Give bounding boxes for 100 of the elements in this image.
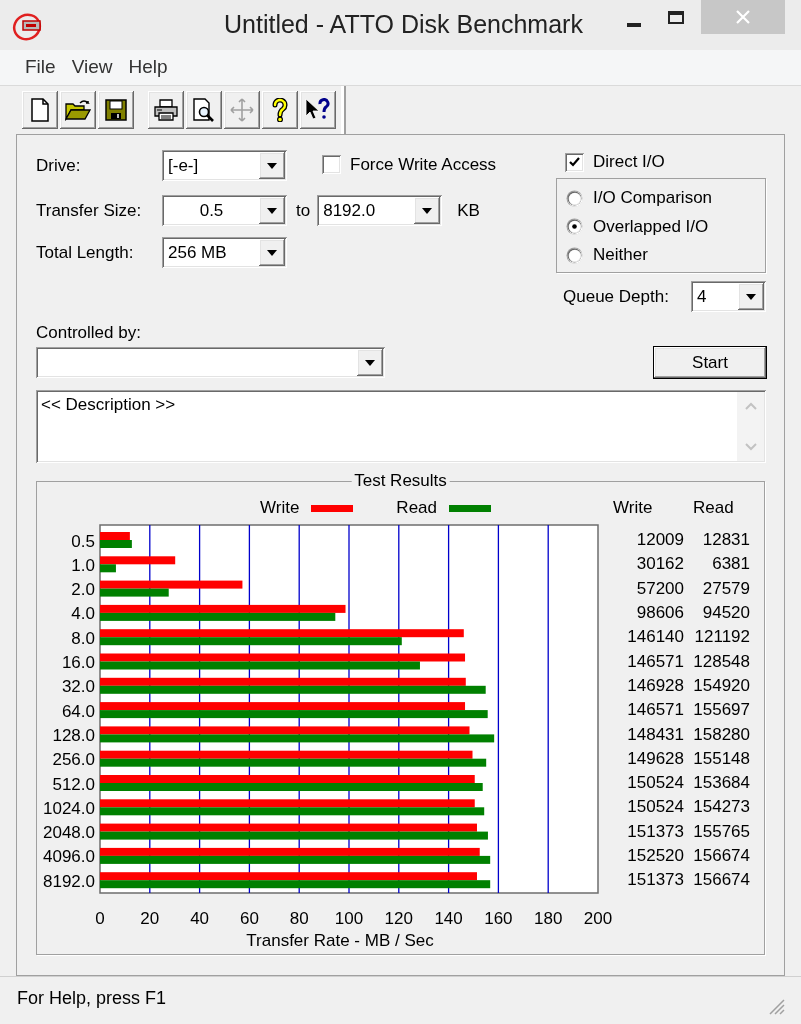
transfer-size-to-dropdown[interactable]: 8192.0 <box>317 195 443 226</box>
app-logo-icon <box>12 11 44 41</box>
dropdown-button[interactable] <box>414 197 441 224</box>
table-cell: 156674 <box>693 870 750 891</box>
dropdown-button[interactable] <box>738 283 764 310</box>
toolbar-button[interactable] <box>148 91 184 129</box>
radio-button[interactable] <box>566 189 583 207</box>
x-tick-label: 60 <box>239 908 259 928</box>
row-label: 512.0 <box>52 774 95 794</box>
toolbar-button[interactable] <box>186 91 222 129</box>
legend-label: Read <box>396 497 437 520</box>
table-cell: 151373 <box>627 821 684 842</box>
total-length-dropdown[interactable]: 256 MB <box>162 237 287 268</box>
table-cell: 121192 <box>694 627 750 648</box>
row-label: 4.0 <box>71 604 95 624</box>
x-tick-label: 80 <box>289 908 309 928</box>
dropdown-button[interactable] <box>357 349 383 376</box>
transfer-size-label: Transfer Size: <box>36 200 142 220</box>
table-cell: 154273 <box>693 797 750 818</box>
table-cell: 146140 <box>627 627 684 648</box>
toolbar-button[interactable] <box>98 91 134 129</box>
row-label: 8.0 <box>71 628 95 648</box>
checkbox-label: Force Write Access <box>350 154 497 176</box>
minimize-icon <box>627 23 641 27</box>
transfer-size-from-dropdown[interactable]: 0.5 <box>162 195 287 226</box>
drive-dropdown[interactable]: [-e-] <box>162 150 287 181</box>
x-tick-label: 20 <box>140 908 160 928</box>
read-bar <box>100 540 132 548</box>
start-button[interactable]: Start <box>653 346 767 379</box>
radio-button[interactable] <box>566 218 583 235</box>
dropdown-button[interactable] <box>259 152 285 179</box>
table-cell: 57200 <box>636 578 684 599</box>
x-tick-label: 140 <box>434 908 463 928</box>
table-cell: 155148 <box>693 748 750 769</box>
close-icon <box>736 10 750 24</box>
table-cell: 151373 <box>627 870 684 891</box>
row-label: 4096.0 <box>43 847 95 867</box>
queue-depth-label: Queue Depth: <box>563 285 669 308</box>
caret-down-icon <box>267 162 277 169</box>
row-label: 256.0 <box>52 750 95 770</box>
toolbar-button[interactable] <box>22 91 58 129</box>
radio-button[interactable] <box>566 246 583 264</box>
checkmark-icon <box>569 157 580 167</box>
column-header: Write <box>613 498 653 518</box>
row-label: 16.0 <box>61 653 95 672</box>
row-label: 2.0 <box>71 580 95 600</box>
row-label: 8192.0 <box>43 871 95 891</box>
toolbar-button[interactable] <box>300 91 336 129</box>
caret-down-icon <box>422 207 433 214</box>
radio-option-label: Neither <box>593 244 648 267</box>
pointer-question-icon <box>305 98 331 122</box>
table-cell: 146571 <box>627 700 684 721</box>
menu-item[interactable]: File <box>17 53 64 82</box>
checkbox[interactable] <box>322 155 341 175</box>
x-tick-label: 0 <box>95 908 105 928</box>
x-tick-label: 40 <box>190 908 210 928</box>
checkbox[interactable] <box>565 152 584 172</box>
status-text: For Help, press F1 <box>17 987 167 1010</box>
table-cell: 148431 <box>627 724 684 745</box>
drive-label: Drive: <box>36 155 81 175</box>
table-cell: 30162 <box>636 554 684 575</box>
dropdown-button[interactable] <box>259 197 285 224</box>
row-label: 64.0 <box>61 701 95 721</box>
move-arrows-icon <box>230 98 254 122</box>
legend-label: Write <box>260 497 300 520</box>
radio-option-label: Overlapped I/O <box>593 215 709 238</box>
table-cell: 156674 <box>693 846 750 866</box>
menu-item[interactable]: Help <box>120 53 176 82</box>
row-label: 1.0 <box>71 555 95 575</box>
controlled-by-dropdown[interactable] <box>36 347 385 378</box>
write-bar <box>100 532 130 540</box>
toolbar-button[interactable] <box>262 91 298 129</box>
table-cell: 146571 <box>627 651 684 672</box>
x-tick-label: 180 <box>534 908 563 928</box>
caret-down-icon <box>365 359 375 366</box>
read-bar <box>100 588 169 597</box>
row-label: 128.0 <box>52 725 95 745</box>
printer-icon <box>153 99 179 121</box>
table-cell: 149628 <box>627 748 684 769</box>
table-cell: 12009 <box>636 530 684 551</box>
x-tick-label: 200 <box>583 908 612 928</box>
table-cell: 12831 <box>702 530 750 551</box>
row-label: 2048.0 <box>43 823 95 843</box>
caret-down-icon <box>746 293 756 300</box>
x-axis-title: Transfer Rate - MB / Sec <box>246 930 434 950</box>
description-field[interactable]: << Description >> <box>36 390 766 463</box>
menu-item[interactable]: View <box>63 53 121 82</box>
x-tick-label: 120 <box>384 908 413 928</box>
table-cell: 155765 <box>693 821 750 842</box>
page-magnifier-icon <box>192 98 216 122</box>
x-tick-label: 100 <box>334 908 364 928</box>
x-tick-label: 160 <box>484 908 513 928</box>
queue-depth-dropdown[interactable]: 4 <box>691 281 766 312</box>
dropdown-button[interactable] <box>259 239 285 266</box>
table-cell: 94520 <box>702 603 750 624</box>
table-cell: 154920 <box>693 675 750 696</box>
table-cell: 146928 <box>627 675 684 696</box>
table-cell: 152520 <box>627 846 684 866</box>
checkbox-label: Direct I/O <box>593 151 665 174</box>
toolbar-button[interactable] <box>60 91 96 129</box>
